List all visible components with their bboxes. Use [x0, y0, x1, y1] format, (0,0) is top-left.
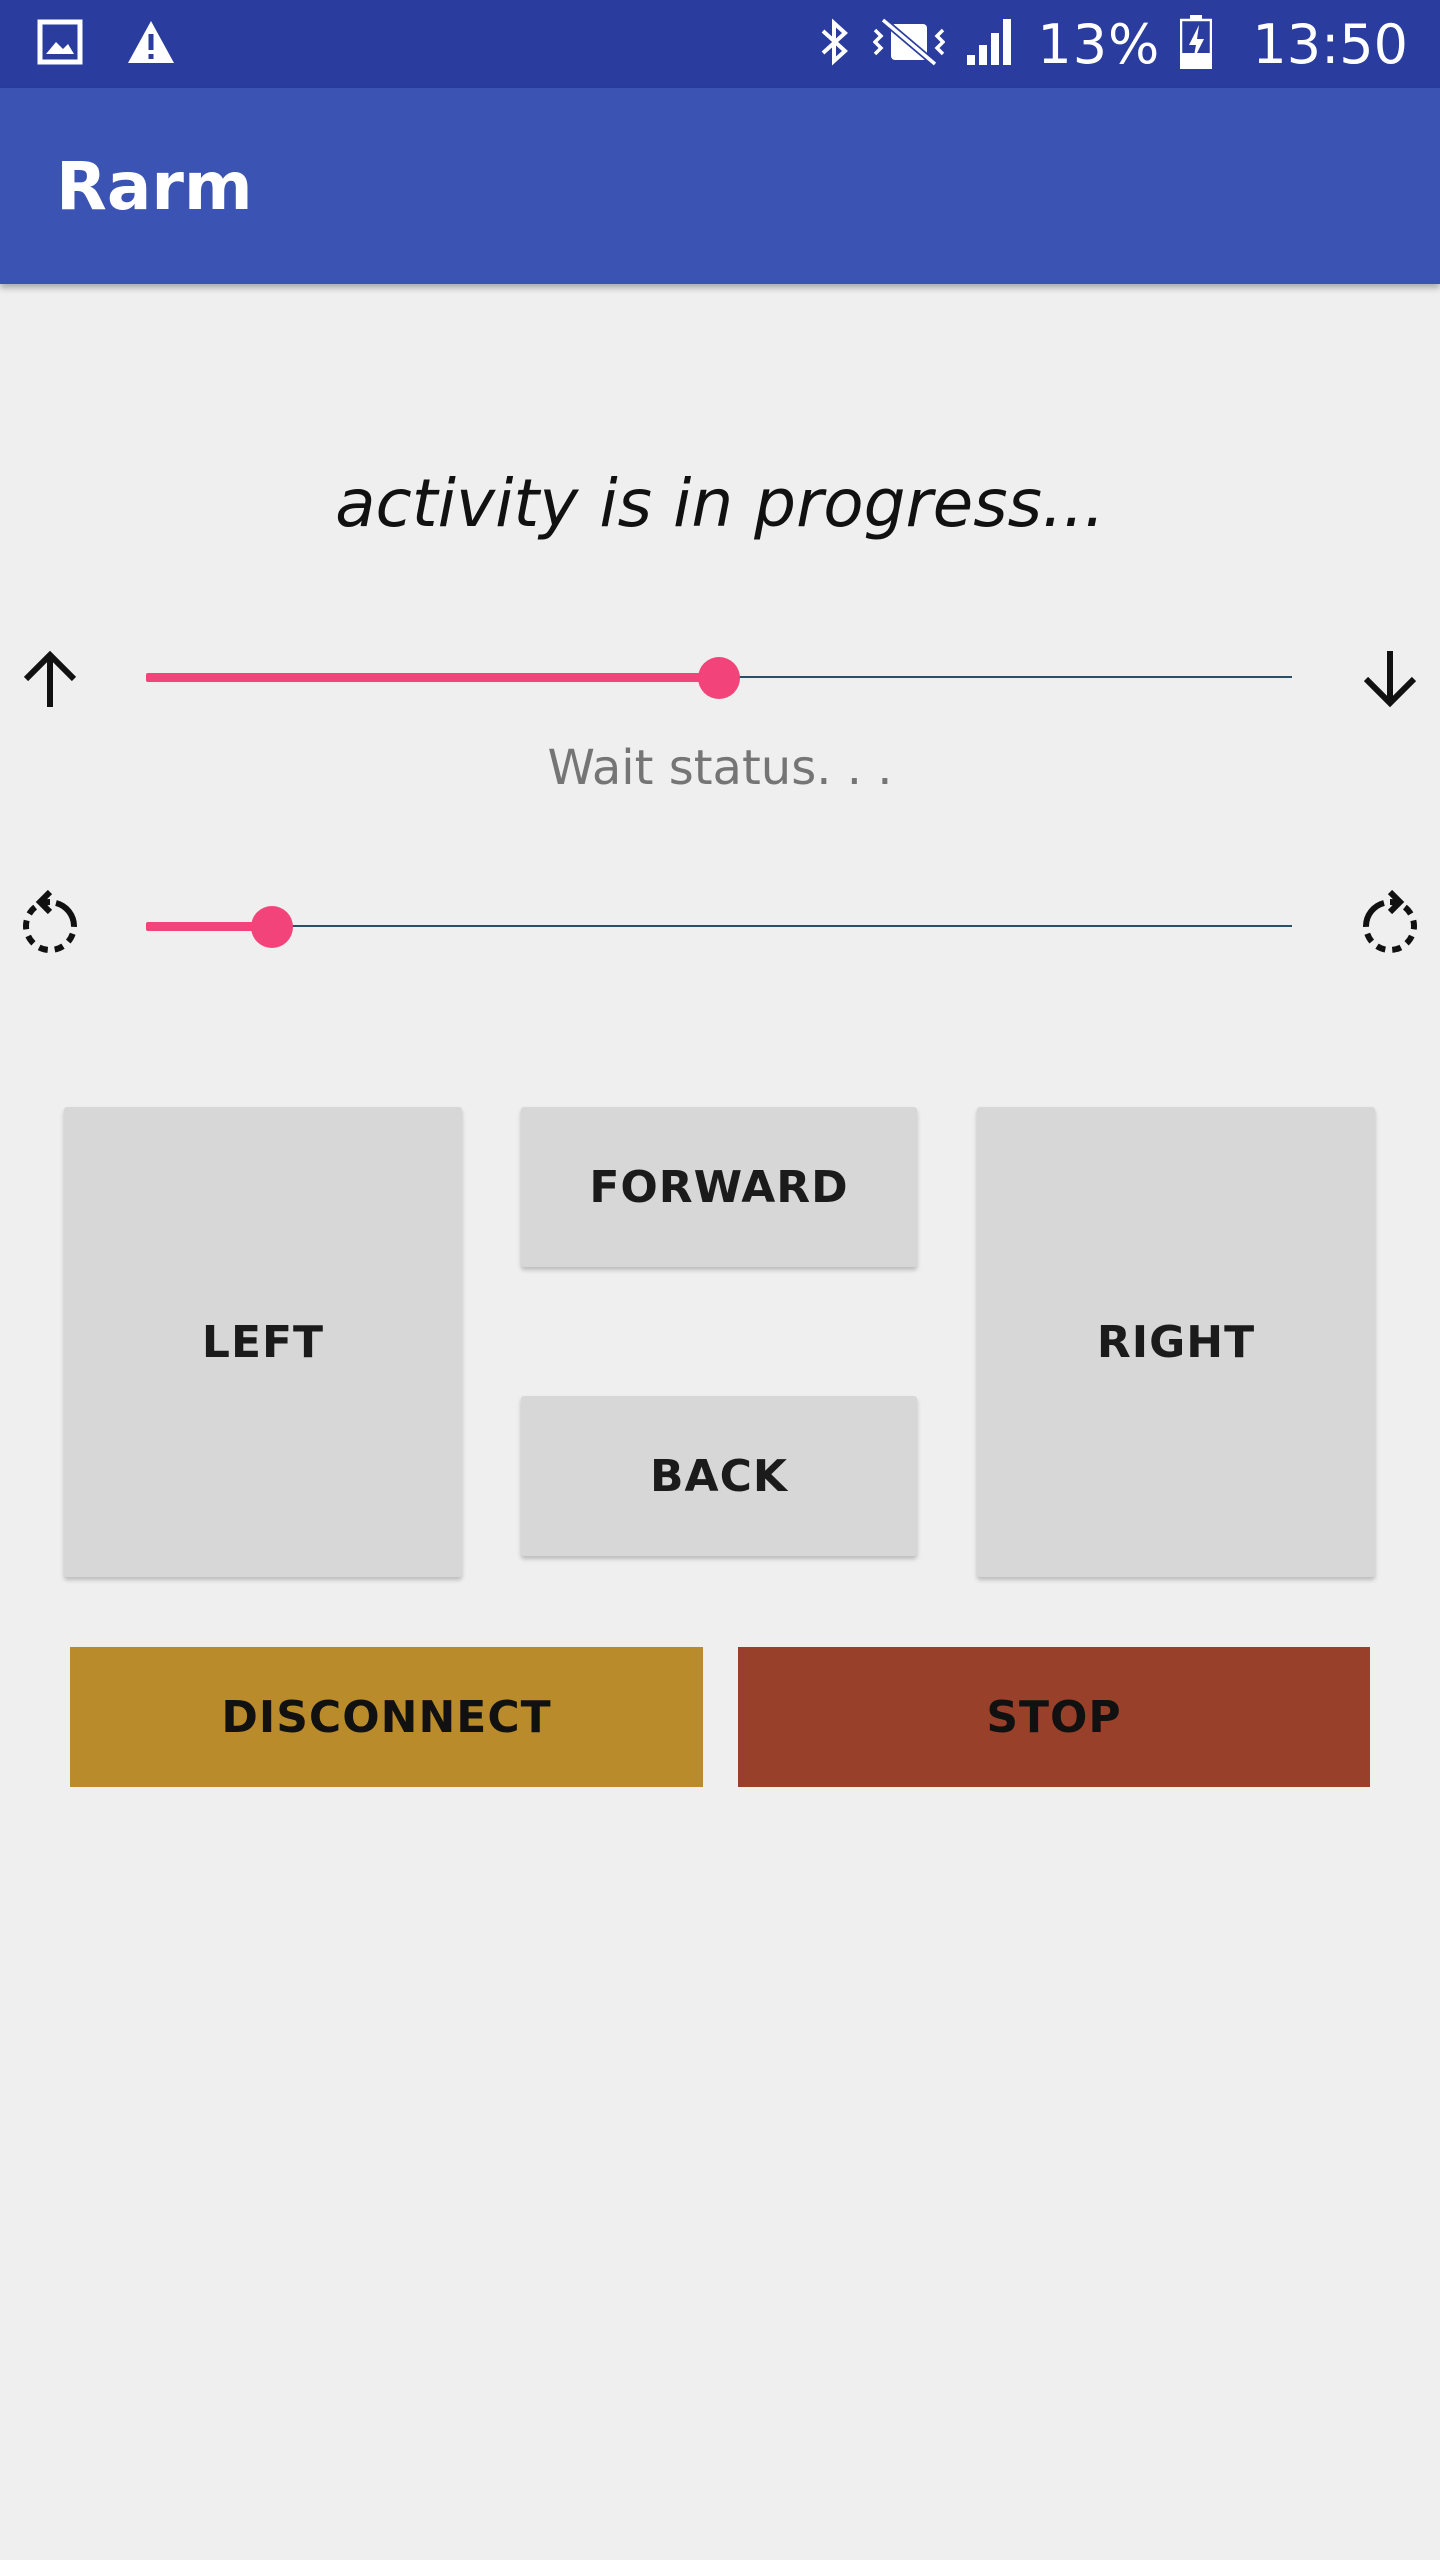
progress-message: activity is in progress... [335, 465, 1105, 542]
rotation-slider[interactable] [146, 896, 1292, 956]
warning-icon [126, 19, 176, 69]
slider-thumb[interactable] [698, 657, 740, 699]
rotate-left-icon[interactable] [14, 889, 86, 962]
app-title: Rarm [56, 148, 253, 225]
arrow-up-icon[interactable] [14, 643, 86, 715]
status-right-icons: 13% 13:50 [817, 0, 1408, 88]
clock: 13:50 [1252, 12, 1408, 76]
status-left-icons [36, 16, 176, 72]
slider-track-fill [146, 673, 719, 682]
forward-button[interactable]: FORWARD [521, 1107, 917, 1267]
disconnect-button[interactable]: DISCONNECT [70, 1647, 703, 1787]
wait-status: Wait status. . . [547, 740, 893, 796]
battery-percent: 13% [1037, 12, 1161, 76]
slider-track [146, 925, 1292, 927]
status-bar: 13% 13:50 [0, 0, 1440, 88]
signal-icon [965, 17, 1017, 71]
arrow-down-icon[interactable] [1354, 643, 1426, 715]
back-button[interactable]: BACK [521, 1396, 917, 1556]
battery-charging-icon [1180, 15, 1213, 73]
slider-thumb[interactable] [251, 906, 293, 948]
app-bar: Rarm [0, 88, 1440, 284]
rotate-right-icon[interactable] [1354, 889, 1426, 962]
bluetooth-icon [817, 17, 853, 71]
vertical-slider[interactable] [146, 647, 1292, 707]
vibrate-icon [872, 16, 946, 72]
stop-button[interactable]: STOP [738, 1647, 1370, 1787]
left-button[interactable]: LEFT [64, 1107, 462, 1577]
image-icon [36, 18, 84, 70]
right-button[interactable]: RIGHT [977, 1107, 1375, 1577]
